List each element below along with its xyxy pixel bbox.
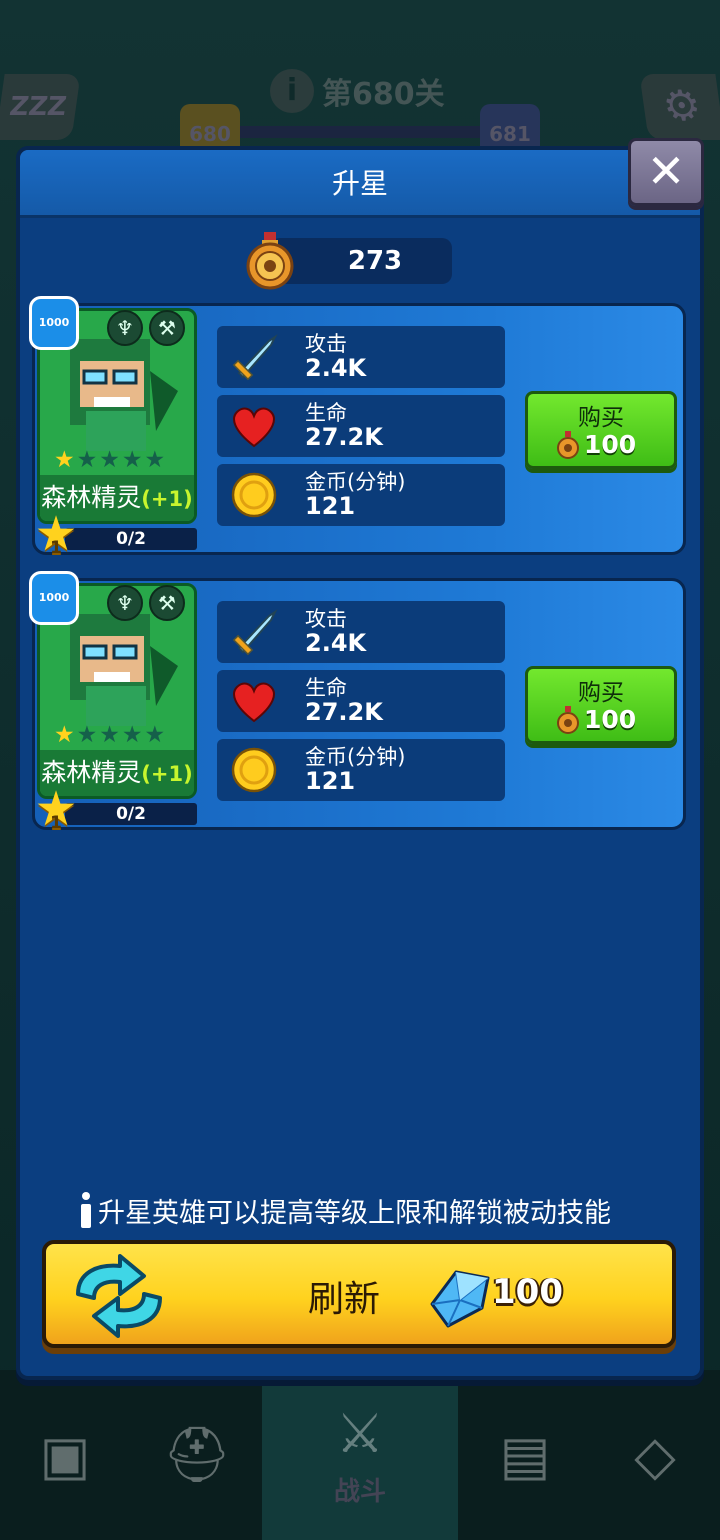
amulet-icon: ◇ bbox=[634, 1423, 676, 1487]
hammer-class-icon: ⚒ bbox=[149, 310, 185, 346]
medal-icon bbox=[557, 430, 579, 459]
chest-icon: ▣ bbox=[39, 1423, 91, 1487]
progress-text: 0/2 bbox=[116, 529, 146, 549]
star-level-badge: ★ 1 bbox=[33, 510, 79, 558]
level-progress-track bbox=[236, 126, 486, 138]
bottom-nav: ▣ ⛑ ⚔ 战斗 ▤ ◇ bbox=[0, 1370, 720, 1540]
star-icon: ★ bbox=[76, 447, 98, 473]
hero-shard-progress: 0/2 bbox=[65, 803, 197, 825]
medal-icon bbox=[557, 705, 579, 734]
nav-battle[interactable]: ⚔ 战斗 bbox=[262, 1370, 458, 1540]
hero-star-rating: ★ ★ ★ ★ ★ bbox=[54, 447, 165, 473]
star-icon: ★ bbox=[144, 447, 166, 473]
helmet-icon: ⛑ bbox=[162, 1423, 232, 1486]
modal-title: 升星 bbox=[331, 167, 388, 200]
star-icon: ★ bbox=[54, 722, 75, 748]
gold-stat: 金币(分钟) 121 bbox=[217, 464, 505, 526]
upgrade-hint-text: 升星英雄可以提高等级上限和解锁被动技能 bbox=[98, 1197, 611, 1229]
nav-spellbook[interactable]: ▤ bbox=[460, 1370, 590, 1540]
medal-count: 273 bbox=[347, 246, 403, 276]
progress-text: 0/2 bbox=[116, 804, 146, 824]
buy-label: 购买 bbox=[578, 680, 624, 706]
book-icon: ▤ bbox=[499, 1423, 551, 1487]
star-icon: ★ bbox=[99, 722, 120, 748]
level-indicator: i 第680关 bbox=[270, 68, 445, 114]
buy-price: 100 bbox=[556, 430, 636, 459]
star-level-number: 1 bbox=[50, 538, 62, 558]
star-icon: ★ bbox=[144, 722, 166, 748]
hero-power-badge: 1000 bbox=[29, 296, 79, 350]
hero-power-badge: 1000 bbox=[29, 571, 79, 625]
star-icon: ★ bbox=[54, 447, 75, 473]
medal-icon bbox=[246, 232, 294, 290]
gold-coin-icon bbox=[231, 747, 277, 793]
nav-battle-label: 战斗 bbox=[333, 1477, 386, 1507]
info-icon: i bbox=[270, 69, 314, 113]
star-level-badge: ★ 1 bbox=[33, 785, 79, 833]
buy-button[interactable]: 购买 100 bbox=[525, 666, 677, 744]
hp-value: 27.2K bbox=[305, 698, 383, 726]
nav-heroes[interactable]: ⛑ bbox=[132, 1370, 262, 1540]
buy-price-value: 100 bbox=[584, 430, 637, 459]
sword-icon bbox=[232, 334, 278, 381]
crossed-swords-icon: ⚔ bbox=[335, 1402, 385, 1465]
buy-label: 购买 bbox=[578, 405, 624, 431]
hero-name-bonus: (+1) bbox=[141, 762, 193, 786]
gold-value: 121 bbox=[305, 767, 356, 795]
hp-value: 27.2K bbox=[305, 423, 383, 451]
gem-icon bbox=[430, 1270, 490, 1328]
attack-value: 2.4K bbox=[305, 629, 367, 657]
star-icon: ★ bbox=[121, 447, 143, 473]
refresh-label: 刷新 bbox=[308, 1279, 381, 1320]
buy-button[interactable]: 购买 100 bbox=[525, 391, 677, 469]
sleep-button[interactable]: ZZZ bbox=[0, 74, 81, 140]
buy-price: 100 bbox=[556, 705, 636, 734]
attack-stat: 攻击 2.4K bbox=[217, 601, 505, 663]
hero-offer-row: ★ ★ ★ ★ ★ 森林精灵(+1) 1000 ♆ ⚒ 0/2 ★ 1 攻击 2.… bbox=[29, 571, 686, 833]
upgrade-hint: 升星英雄可以提高等级上限和解锁被动技能 bbox=[80, 1190, 611, 1230]
hp-stat: 生命 27.2K bbox=[217, 395, 505, 457]
hammer-class-icon: ⚒ bbox=[149, 585, 185, 621]
attack-stat: 攻击 2.4K bbox=[217, 326, 505, 388]
buy-price-value: 100 bbox=[584, 705, 637, 734]
forest-elf-portrait bbox=[70, 614, 178, 726]
refresh-button[interactable]: 刷新 100 bbox=[42, 1240, 676, 1348]
hero-name-bonus: (+1) bbox=[141, 487, 193, 511]
forest-elf-portrait bbox=[70, 339, 178, 451]
hp-stat: 生命 27.2K bbox=[217, 670, 505, 732]
elf-class-icon: ♆ bbox=[107, 585, 143, 621]
modal-header: 升星 bbox=[20, 150, 700, 218]
star-icon: ★ bbox=[121, 722, 143, 748]
sword-icon bbox=[232, 609, 278, 656]
level-title: 第680关 bbox=[322, 77, 445, 112]
nav-chest[interactable]: ▣ bbox=[0, 1370, 130, 1540]
star-icon: ★ bbox=[99, 447, 120, 473]
nav-amulet[interactable]: ◇ bbox=[590, 1370, 720, 1540]
gold-coin-icon bbox=[231, 472, 277, 518]
close-button[interactable]: ✕ bbox=[628, 138, 704, 206]
refresh-icon bbox=[76, 1254, 162, 1338]
gold-value: 121 bbox=[305, 492, 356, 520]
close-icon: ✕ bbox=[646, 144, 686, 198]
heart-icon bbox=[233, 682, 275, 723]
sleep-icon: ZZZ bbox=[7, 92, 69, 122]
hero-star-rating: ★ ★ ★ ★ ★ bbox=[54, 722, 165, 748]
hero-offer-row: ★ ★ ★ ★ ★ 森林精灵(+1) 1000 ♆ ⚒ 0/2 ★ 1 攻击 2.… bbox=[29, 296, 686, 558]
refresh-price: 100 bbox=[492, 1272, 563, 1312]
settings-button[interactable]: ⚙ bbox=[639, 74, 720, 140]
elf-class-icon: ♆ bbox=[107, 310, 143, 346]
star-level-number: 1 bbox=[50, 813, 62, 833]
attack-value: 2.4K bbox=[305, 354, 367, 382]
hero-shard-progress: 0/2 bbox=[65, 528, 197, 550]
info-icon bbox=[80, 1192, 92, 1228]
heart-icon bbox=[233, 407, 275, 448]
gold-stat: 金币(分钟) 121 bbox=[217, 739, 505, 801]
gear-icon: ⚙ bbox=[659, 81, 705, 130]
star-icon: ★ bbox=[76, 722, 98, 748]
